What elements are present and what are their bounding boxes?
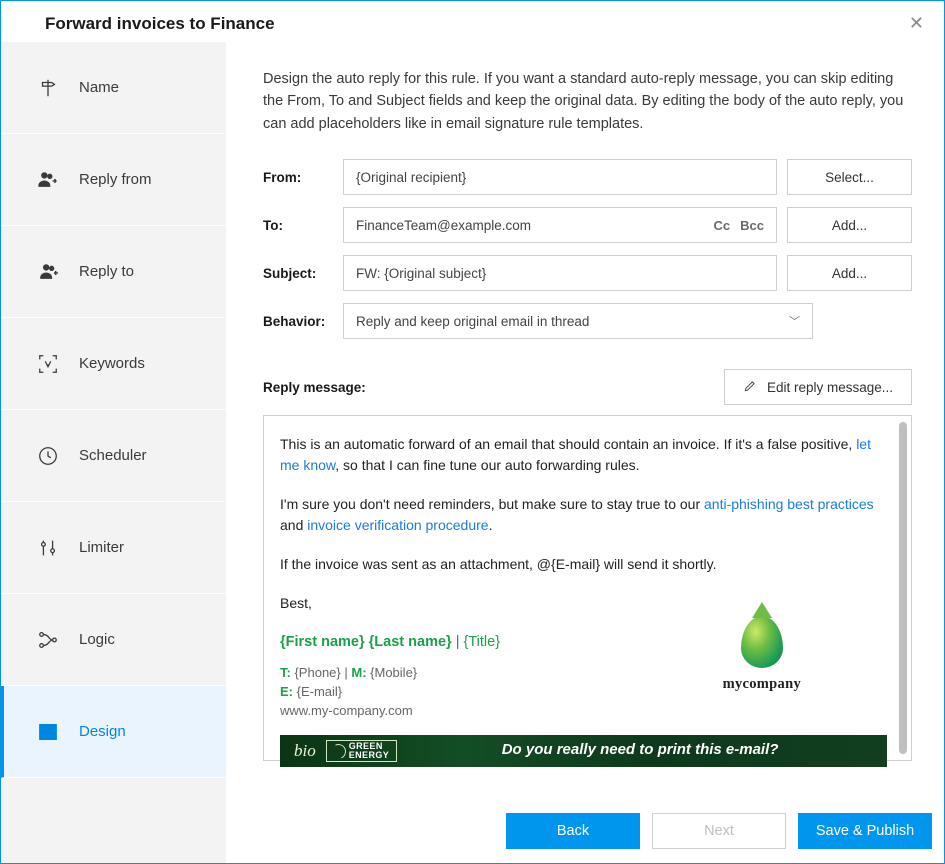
- chevron-down-icon: ﹀: [789, 313, 800, 329]
- company-logo: mycompany: [723, 616, 801, 696]
- signpost-icon: [37, 77, 59, 99]
- message-body: This is an automatic forward of an email…: [280, 434, 887, 766]
- subject-add-button[interactable]: Add...: [787, 255, 912, 291]
- from-select-button[interactable]: Select...: [787, 159, 912, 195]
- main: Name Reply from Reply to Keywords Schedu…: [1, 42, 944, 863]
- sliders-icon: [37, 537, 59, 559]
- anti-phishing-link[interactable]: anti-phishing best practices: [704, 496, 874, 512]
- sidebar-item-scheduler[interactable]: Scheduler: [1, 410, 226, 502]
- logic-nodes-icon: [37, 629, 59, 651]
- sidebar-item-label: Reply to: [79, 263, 134, 280]
- banner-bio: bio: [294, 738, 316, 764]
- drop-icon: [741, 616, 783, 668]
- sidebar-item-label: Scheduler: [79, 447, 147, 464]
- row-to: To: Cc Bcc Add...: [263, 207, 912, 243]
- save-publish-button[interactable]: Save & Publish: [798, 813, 932, 849]
- green-energy-badge: GREENENERGY: [326, 740, 397, 762]
- verification-link[interactable]: invoice verification procedure: [307, 517, 488, 533]
- row-from: From: Select...: [263, 159, 912, 195]
- behavior-select[interactable]: Reply and keep original email in thread …: [343, 303, 813, 339]
- scrollbar[interactable]: [899, 422, 907, 754]
- row-behavior: Behavior: Reply and keep original email …: [263, 303, 912, 339]
- next-button: Next: [652, 813, 786, 849]
- subject-input-wrap[interactable]: [343, 255, 777, 291]
- back-button[interactable]: Back: [506, 813, 640, 849]
- edit-reply-label: Edit reply message...: [767, 380, 893, 395]
- label-from: From:: [263, 170, 343, 185]
- label-subject: Subject:: [263, 266, 343, 281]
- sidebar-item-name[interactable]: Name: [1, 42, 226, 134]
- signature-web: www.my-company.com: [280, 702, 887, 721]
- reply-message-label: Reply message:: [263, 380, 366, 395]
- to-add-button[interactable]: Add...: [787, 207, 912, 243]
- sidebar-item-reply-from[interactable]: Reply from: [1, 134, 226, 226]
- people-left-icon: [37, 262, 59, 282]
- edit-reply-button[interactable]: Edit reply message...: [724, 369, 912, 405]
- scan-keyword-icon: [37, 353, 59, 375]
- label-behavior: Behavior:: [263, 314, 343, 329]
- sidebar-item-label: Design: [79, 723, 126, 740]
- logo-text: mycompany: [723, 674, 801, 696]
- to-input[interactable]: [356, 218, 704, 233]
- behavior-value: Reply and keep original email in thread: [356, 314, 589, 329]
- sidebar-item-logic[interactable]: Logic: [1, 594, 226, 686]
- sidebar-item-label: Name: [79, 79, 119, 96]
- cc-link[interactable]: Cc: [714, 218, 731, 233]
- sidebar-item-reply-to[interactable]: Reply to: [1, 226, 226, 318]
- dialog-title: Forward invoices to Finance: [45, 14, 275, 34]
- pencil-icon: [743, 379, 757, 396]
- reply-preview: This is an automatic forward of an email…: [263, 415, 912, 761]
- sidebar-item-limiter[interactable]: Limiter: [1, 502, 226, 594]
- sidebar-item-label: Keywords: [79, 355, 145, 372]
- content: Design the auto reply for this rule. If …: [227, 42, 944, 863]
- reply-section-header: Reply message: Edit reply message...: [263, 369, 912, 405]
- sidebar-item-keywords[interactable]: Keywords: [1, 318, 226, 410]
- to-input-wrap[interactable]: Cc Bcc: [343, 207, 777, 243]
- sidebar-item-design[interactable]: Design: [1, 686, 226, 778]
- clock-icon: [37, 445, 59, 467]
- from-input-wrap[interactable]: [343, 159, 777, 195]
- close-icon[interactable]: ✕: [903, 11, 930, 36]
- label-to: To:: [263, 218, 343, 233]
- sidebar-item-label: Logic: [79, 631, 115, 648]
- layout-icon: [37, 721, 59, 743]
- bcc-link[interactable]: Bcc: [740, 218, 764, 233]
- people-right-icon: [37, 170, 59, 190]
- sidebar-item-label: Limiter: [79, 539, 124, 556]
- intro-text: Design the auto reply for this rule. If …: [263, 68, 912, 135]
- row-subject: Subject: Add...: [263, 255, 912, 291]
- sidebar: Name Reply from Reply to Keywords Schedu…: [1, 42, 227, 863]
- green-banner: bio GREENENERGY Do you really need to pr…: [280, 735, 887, 767]
- from-input[interactable]: [356, 170, 764, 185]
- subject-input[interactable]: [356, 266, 764, 281]
- footer: Back Next Save & Publish: [227, 799, 944, 863]
- sidebar-item-label: Reply from: [79, 171, 152, 188]
- titlebar: Forward invoices to Finance ✕: [1, 1, 944, 42]
- banner-text: Do you really need to print this e-mail?: [407, 739, 873, 762]
